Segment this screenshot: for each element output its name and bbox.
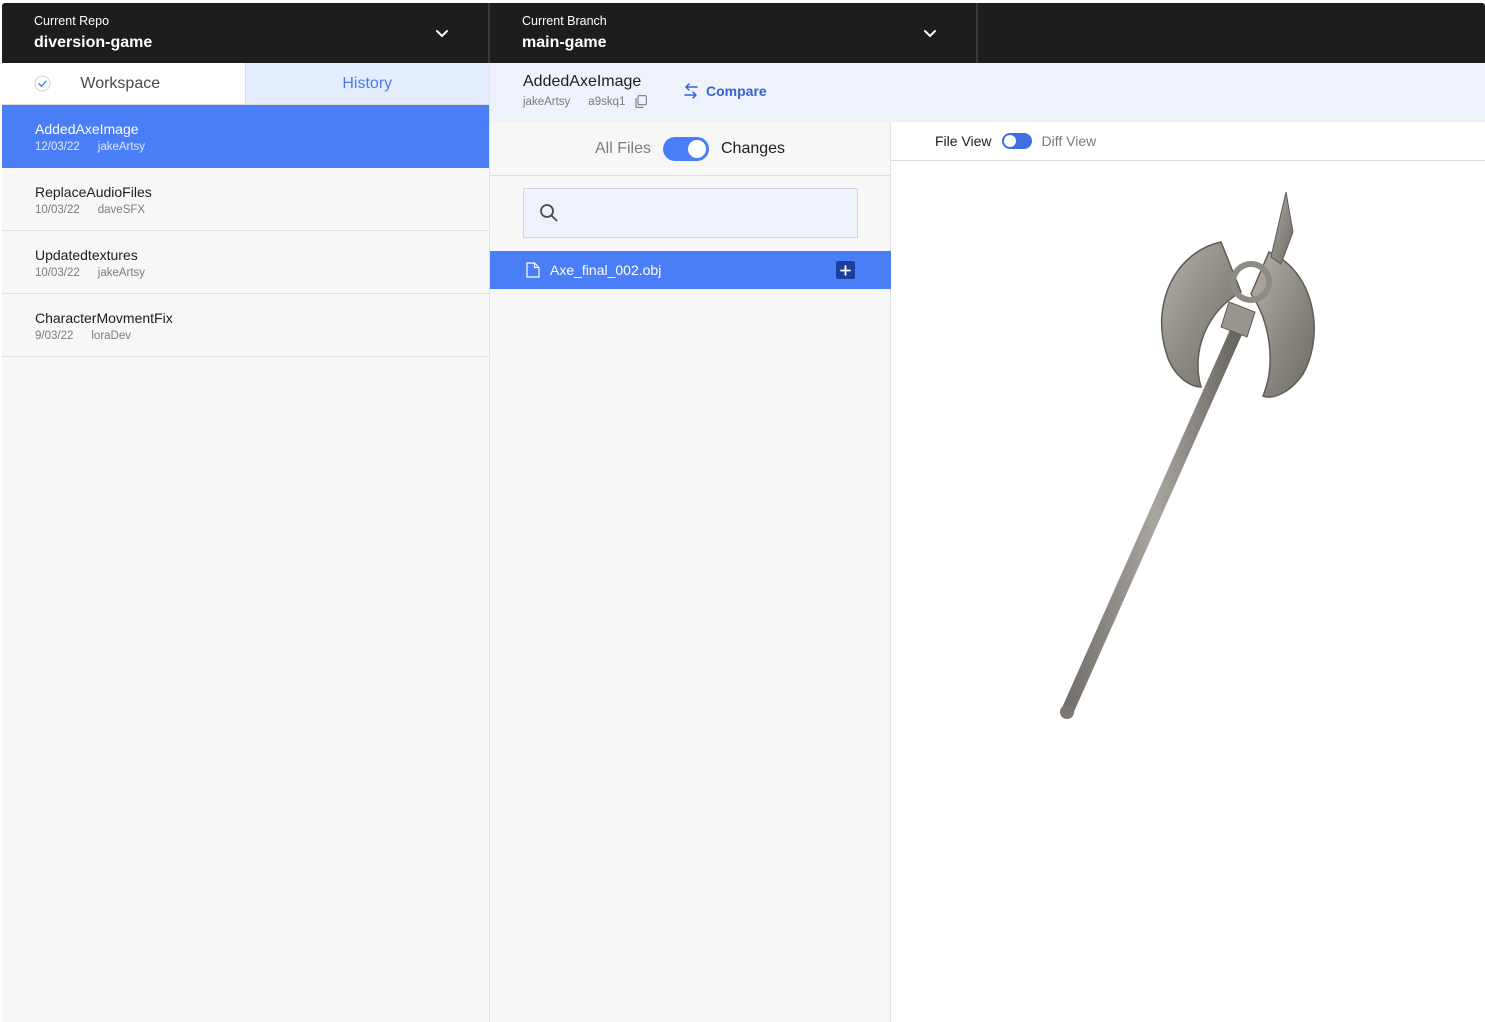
file-filter-bar: All Files Changes — [490, 122, 890, 176]
file-view-label[interactable]: File View — [935, 133, 992, 149]
commit-date: 9/03/22 — [35, 330, 74, 342]
panel-tabs: Workspace History — [2, 63, 489, 105]
tab-history-label: History — [342, 74, 393, 92]
commit-date: 10/03/22 — [35, 267, 80, 279]
file-list-item[interactable]: Axe_final_002.obj — [490, 251, 891, 289]
file-preview-panel: File View Diff View — [891, 122, 1485, 1022]
plus-icon — [840, 264, 851, 276]
search-input[interactable] — [569, 198, 857, 228]
tab-history[interactable]: History — [245, 63, 489, 104]
axe-model-preview — [1060, 191, 1315, 719]
commit-hash: a9skq1 — [588, 95, 626, 108]
top-bar: Current Repo diversion-game Current Bran… — [2, 3, 1485, 63]
compare-label: Compare — [706, 83, 767, 99]
branch-selector[interactable]: Current Branch main-game — [490, 3, 978, 63]
chevron-down-icon[interactable] — [434, 25, 450, 41]
chevron-down-icon[interactable] — [922, 25, 938, 41]
commit-author: daveSFX — [97, 204, 146, 216]
tab-workspace[interactable]: Workspace — [2, 63, 246, 104]
history-panel: Workspace History AddedAxeImage 12/03/22… — [2, 63, 490, 1022]
changes-label[interactable]: Changes — [721, 140, 785, 158]
commit-header-title: AddedAxeImage — [523, 73, 642, 90]
commit-list-item[interactable]: CharacterMovmentFix 9/03/22 loraDev — [2, 294, 489, 357]
commit-title: AddedAxeImage — [35, 121, 139, 137]
commit-list-item[interactable]: ReplaceAudioFiles 10/03/22 daveSFX — [2, 168, 489, 231]
repo-selector-label: Current Repo — [34, 14, 110, 28]
tab-workspace-label: Workspace — [80, 74, 161, 92]
changed-files-panel: All Files Changes Axe_final_002.obj — [490, 122, 891, 1022]
compare-arrows-icon — [684, 83, 698, 99]
view-mode-bar: File View Diff View — [891, 122, 1485, 161]
copy-icon[interactable] — [635, 95, 648, 108]
commit-title: ReplaceAudioFiles — [35, 184, 152, 200]
toggle-knob — [687, 139, 706, 158]
check-circle-icon — [34, 75, 51, 92]
top-bar-spacer — [978, 3, 1485, 63]
repo-selector-value: diversion-game — [34, 34, 153, 51]
branch-selector-value: main-game — [522, 34, 607, 51]
commit-list-item[interactable]: Updatedtextures 10/03/22 jakeArtsy — [2, 231, 489, 294]
repo-selector[interactable]: Current Repo diversion-game — [2, 3, 490, 63]
branch-selector-label: Current Branch — [522, 14, 607, 28]
all-files-label[interactable]: All Files — [595, 140, 651, 158]
commit-author: jakeArtsy — [97, 267, 146, 279]
diff-view-toggle[interactable] — [1001, 133, 1032, 149]
commit-header-author: jakeArtsy — [523, 95, 571, 108]
commit-list-item[interactable]: AddedAxeImage 12/03/22 jakeArtsy — [2, 105, 489, 168]
toggle-knob — [1003, 135, 1016, 147]
commit-author: jakeArtsy — [97, 141, 146, 153]
file-search — [523, 188, 858, 238]
commit-title: CharacterMovmentFix — [35, 310, 173, 326]
commit-date: 12/03/22 — [35, 141, 80, 153]
commit-author: loraDev — [91, 330, 132, 342]
compare-button[interactable]: Compare — [683, 82, 767, 100]
file-icon — [526, 262, 540, 278]
diff-view-label[interactable]: Diff View — [1042, 133, 1097, 149]
search-icon — [540, 204, 558, 222]
commit-header: AddedAxeImage jakeArtsy a9skq1 Compare — [490, 63, 1485, 122]
file-added-badge — [836, 261, 855, 279]
file-name: Axe_final_002.obj — [550, 262, 662, 278]
commit-date: 10/03/22 — [35, 204, 80, 216]
changes-toggle[interactable] — [662, 136, 709, 161]
commit-title: Updatedtextures — [35, 247, 138, 263]
